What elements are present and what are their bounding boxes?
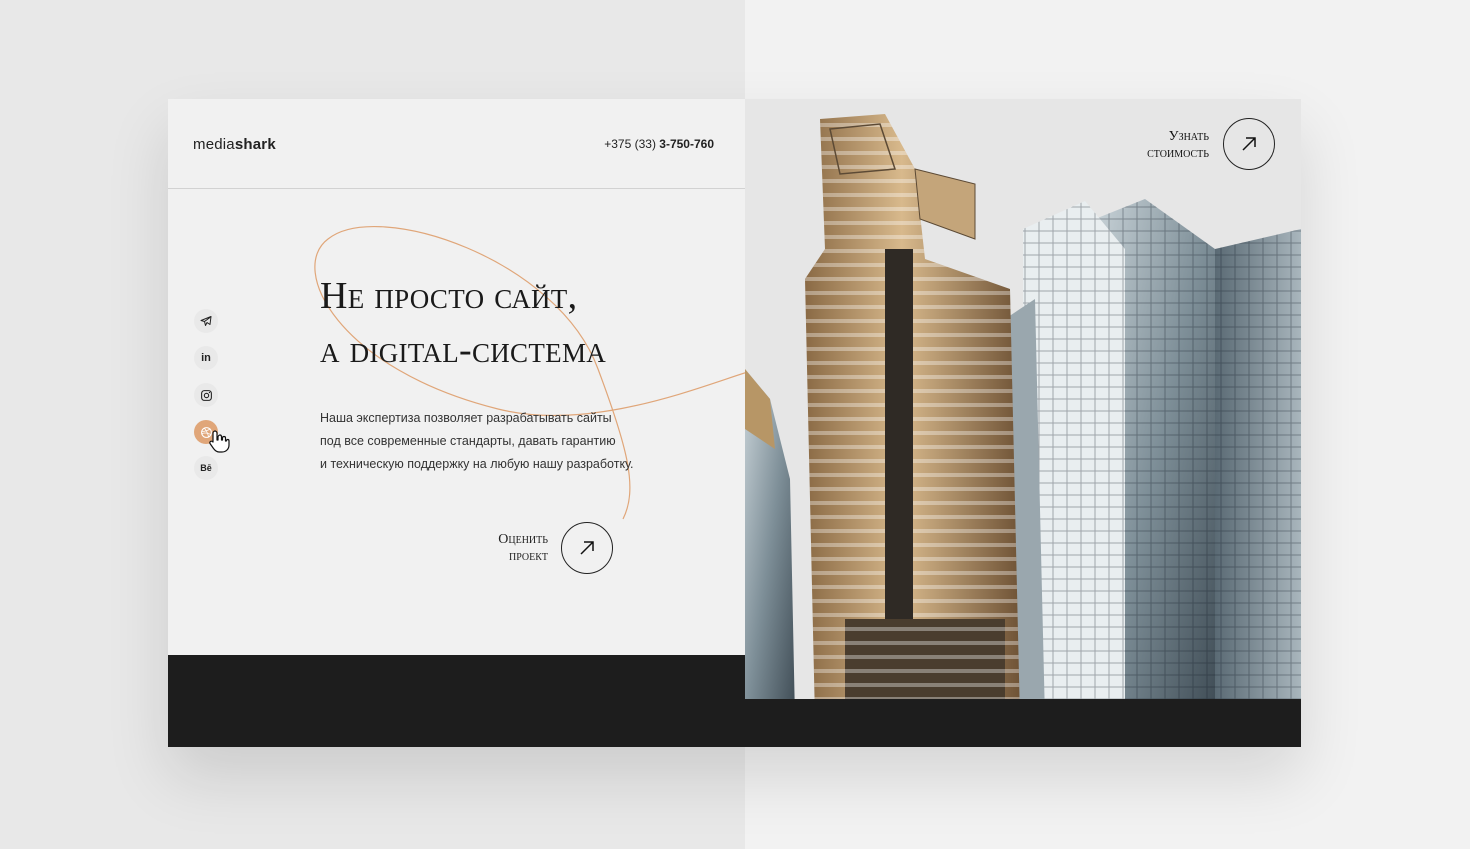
linkedin-link[interactable]: in bbox=[194, 346, 218, 370]
hand-cursor-icon bbox=[209, 430, 230, 453]
headline-line-1: Не просто сайт, bbox=[320, 275, 578, 317]
find-price-button[interactable] bbox=[1223, 118, 1275, 170]
lead-line-2: под все современные стандарты, давать га… bbox=[320, 434, 616, 448]
top-cta-line-2: стоимость bbox=[1147, 146, 1209, 161]
arrow-up-right-icon bbox=[580, 541, 594, 555]
phone-number: 3-750-760 bbox=[659, 137, 714, 151]
behance-link[interactable]: Bē bbox=[194, 456, 218, 480]
instagram-link[interactable] bbox=[194, 383, 218, 407]
hero-description: Наша экспертиза позволяет разрабатывать … bbox=[320, 407, 660, 476]
skyscraper-photo-image bbox=[745, 99, 1301, 719]
logo[interactable]: mediashark bbox=[193, 136, 276, 153]
telegram-link[interactable] bbox=[194, 309, 218, 333]
telegram-icon bbox=[200, 316, 212, 326]
hero-panel: mediashark +375 (33) 3-750-760 in Bē Не … bbox=[168, 99, 758, 655]
estimate-project-button[interactable] bbox=[561, 522, 613, 574]
behance-icon: Bē bbox=[200, 463, 212, 473]
top-cta-line-1: Узнать bbox=[1168, 129, 1209, 144]
instagram-icon bbox=[200, 389, 212, 401]
header-divider bbox=[168, 188, 745, 189]
phone-prefix: +375 (33) bbox=[604, 137, 660, 151]
cta-line-1: Оценить bbox=[498, 532, 548, 547]
logo-light-part: media bbox=[193, 136, 235, 153]
hero-headline: Не просто сайт, а digital-система bbox=[320, 269, 740, 377]
cta-line-2: проект bbox=[508, 549, 548, 564]
find-price-label[interactable]: Узнать стоимость bbox=[1099, 128, 1209, 162]
lead-line-3: и техническую поддержку на любую нашу ра… bbox=[320, 457, 634, 471]
arrow-up-right-icon bbox=[1242, 137, 1256, 151]
phone-link[interactable]: +375 (33) 3-750-760 bbox=[604, 137, 714, 151]
headline-line-2: а digital-система bbox=[320, 329, 607, 371]
building-photo: Узнать стоимость bbox=[745, 99, 1301, 719]
estimate-project-label[interactable]: Оценить проект bbox=[468, 531, 548, 565]
website-mockup: mediashark +375 (33) 3-750-760 in Bē Не … bbox=[168, 99, 1301, 747]
decorative-ellipse bbox=[314, 226, 758, 520]
logo-bold-part: shark bbox=[234, 136, 276, 153]
linkedin-icon: in bbox=[201, 352, 211, 364]
lead-line-1: Наша экспертиза позволяет разрабатывать … bbox=[320, 411, 612, 425]
